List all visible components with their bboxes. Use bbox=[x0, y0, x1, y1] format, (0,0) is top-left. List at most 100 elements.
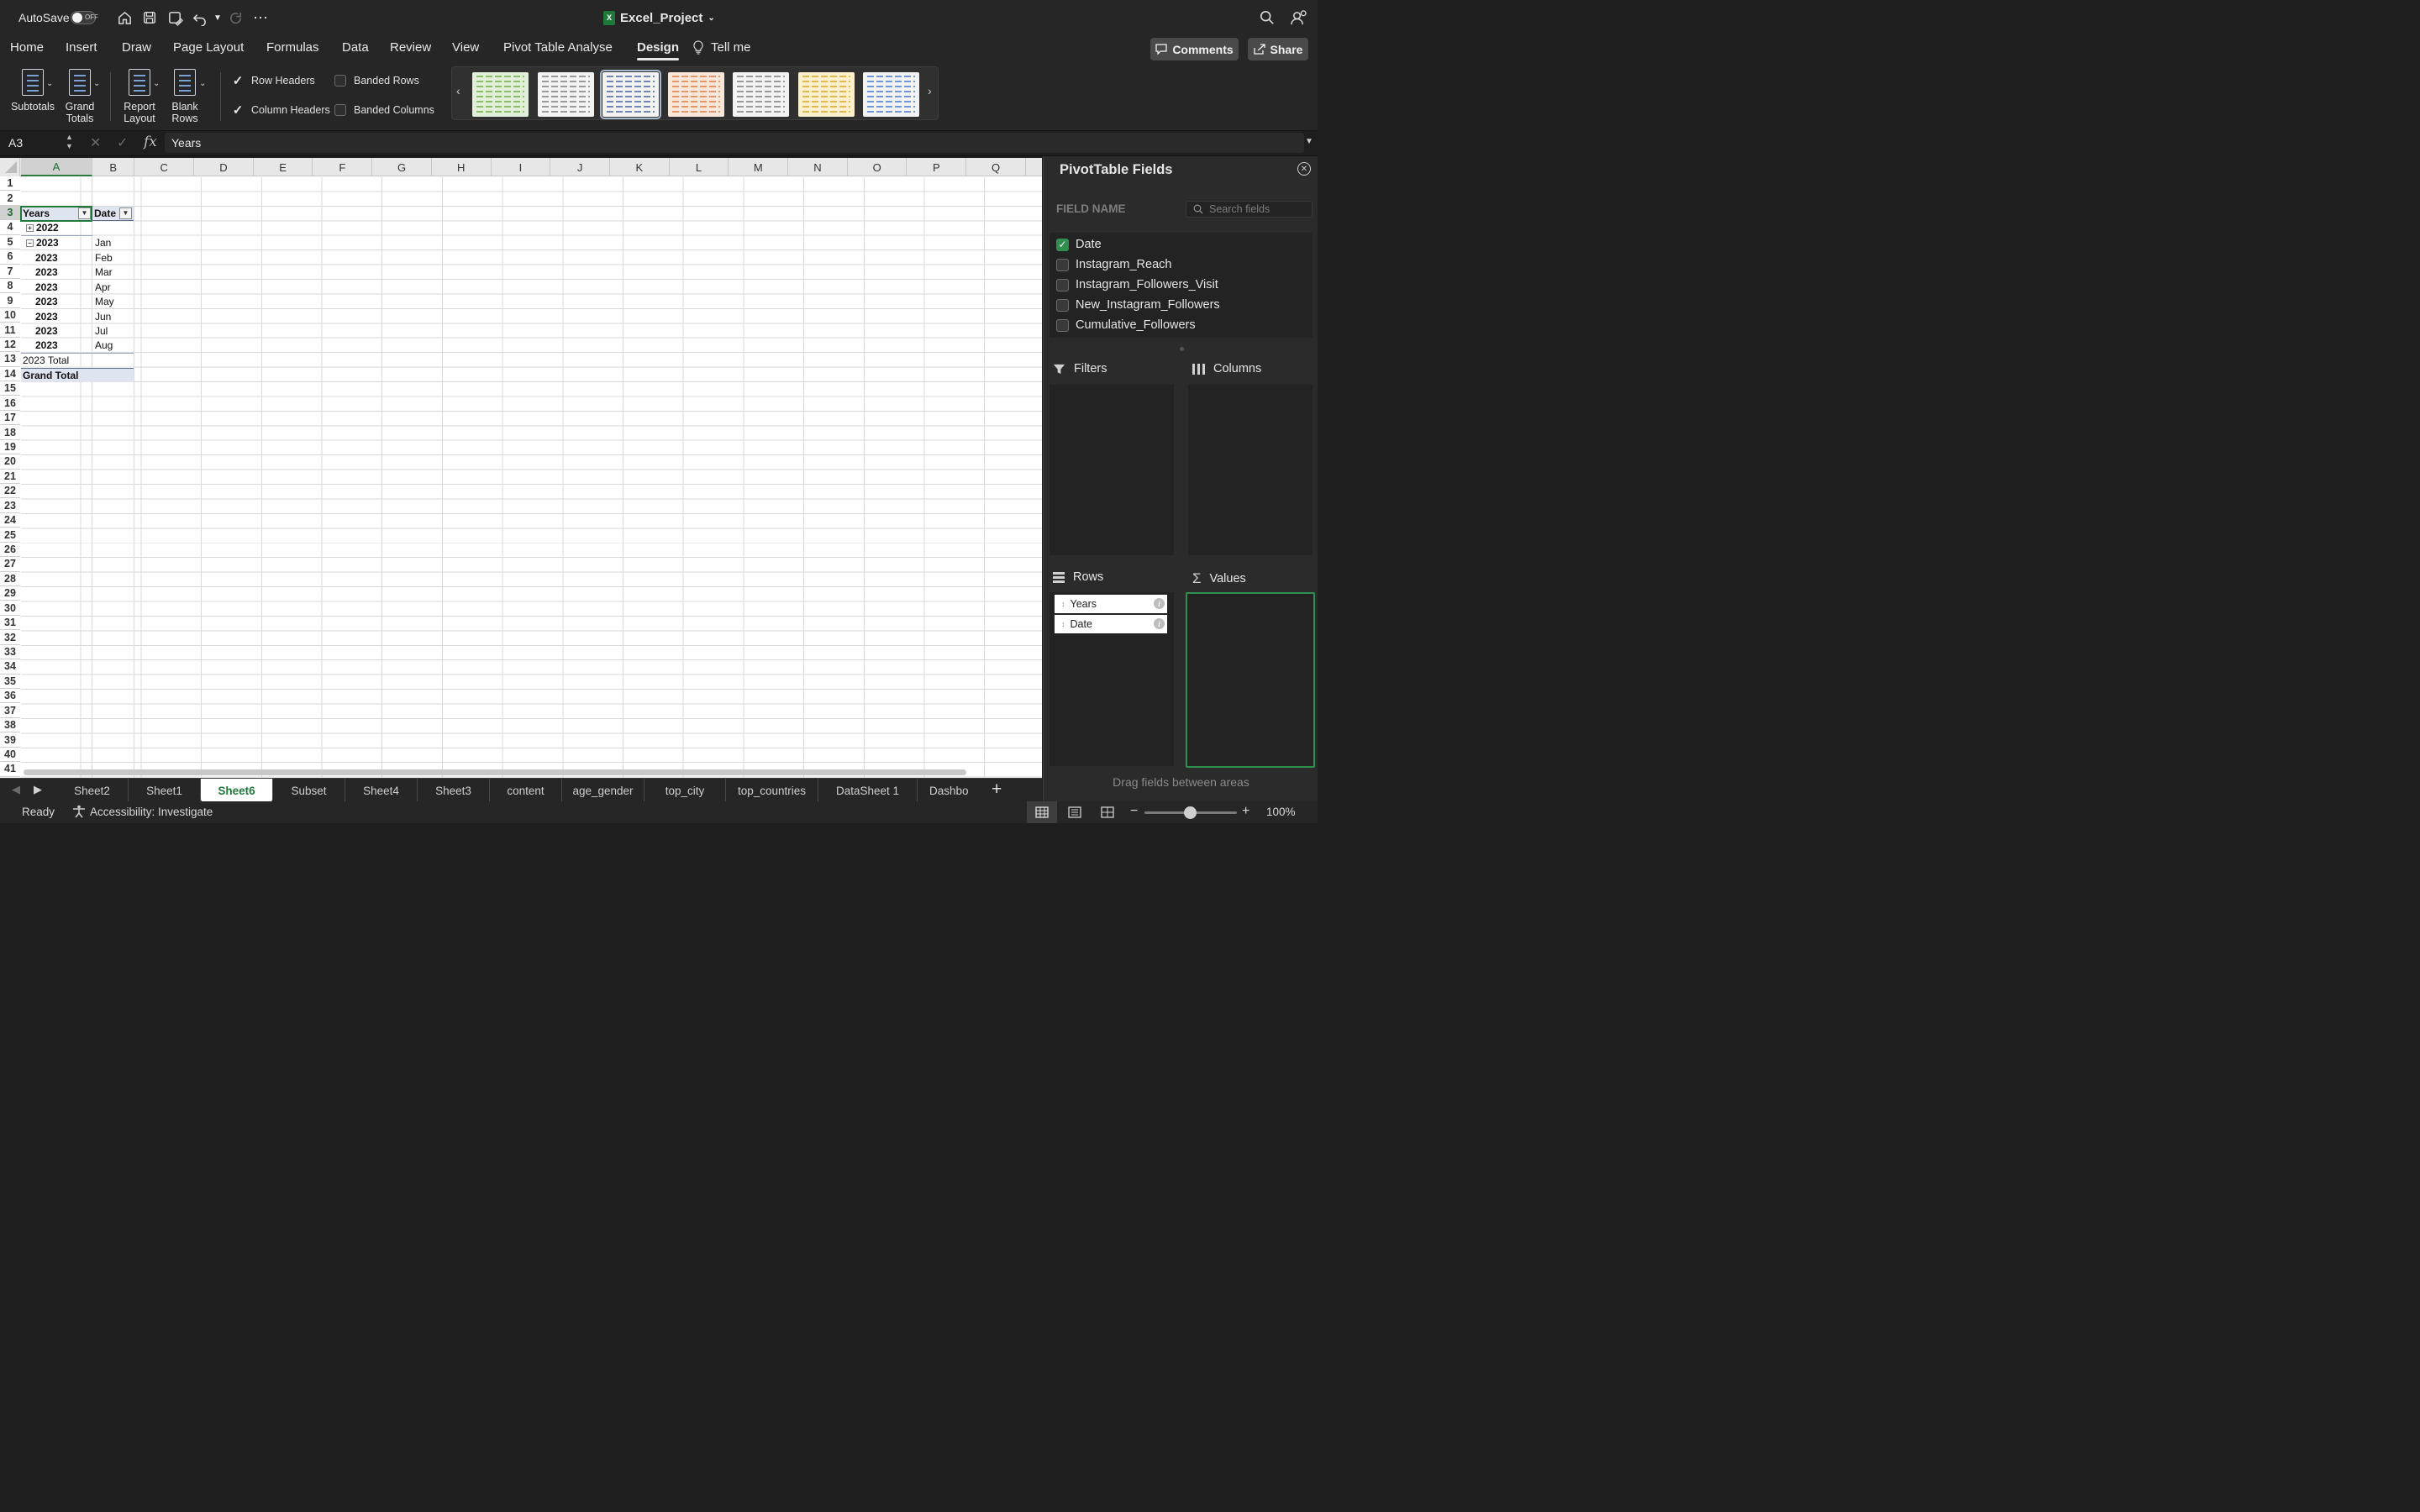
zoom-slider[interactable] bbox=[1144, 806, 1237, 819]
expand-icon[interactable]: + bbox=[26, 223, 34, 232]
column-header[interactable]: D bbox=[194, 158, 254, 176]
row-header[interactable]: 37 bbox=[0, 703, 20, 718]
pivot-year-label[interactable]: 2023 bbox=[34, 294, 92, 308]
column-header[interactable]: Q bbox=[966, 158, 1026, 176]
unchecked-box-icon[interactable] bbox=[1056, 258, 1069, 271]
blank-rows-button[interactable]: Blank Rows bbox=[165, 69, 205, 124]
tab-data[interactable]: Data bbox=[342, 40, 369, 55]
save-as-icon[interactable] bbox=[167, 0, 183, 35]
cell-area[interactable]: Years ▼ Date ▼ + 2022 − 2023 Jan 2023 Feb 2… bbox=[21, 177, 1042, 778]
pivot-style-swatch[interactable] bbox=[863, 72, 919, 117]
name-box-stepper-icon[interactable]: ▲ ▼ bbox=[66, 133, 73, 151]
column-header[interactable]: J bbox=[550, 158, 610, 176]
formula-expand-icon[interactable]: ▼ bbox=[1305, 137, 1313, 146]
row-header[interactable]: 21 bbox=[0, 470, 20, 485]
tab-formulas[interactable]: Formulas bbox=[266, 40, 319, 55]
row-header[interactable]: 14 bbox=[0, 367, 20, 381]
pivot-style-swatch[interactable] bbox=[797, 72, 855, 117]
home-icon[interactable] bbox=[117, 0, 133, 35]
zoom-in-icon[interactable]: + bbox=[1242, 804, 1249, 819]
row-header[interactable]: 5 bbox=[0, 235, 20, 250]
add-sheet-icon[interactable]: + bbox=[992, 780, 1002, 800]
pivot-subtotal-row[interactable]: 2023 Total bbox=[21, 353, 134, 367]
row-header[interactable]: 11 bbox=[0, 323, 20, 338]
sheet-tab[interactable]: Sheet3 bbox=[418, 779, 490, 802]
row-header[interactable]: 29 bbox=[0, 586, 20, 601]
sheet-tab[interactable]: top_countries bbox=[726, 779, 818, 802]
row-header[interactable]: 10 bbox=[0, 308, 20, 323]
rows-field-pill[interactable]: ↕ Date i bbox=[1055, 615, 1167, 633]
tab-view[interactable]: View bbox=[452, 40, 479, 55]
pivot-grand-total-row[interactable]: Grand Total bbox=[21, 367, 134, 382]
banded-columns-checkbox[interactable]: Banded Columns bbox=[334, 104, 434, 116]
grand-totals-button[interactable]: Grand Totals bbox=[59, 69, 101, 124]
column-header[interactable]: C bbox=[134, 158, 195, 176]
sheet-tab[interactable]: Sheet4 bbox=[345, 779, 418, 802]
comments-button[interactable]: Comments bbox=[1150, 38, 1239, 60]
row-header[interactable]: 16 bbox=[0, 396, 20, 411]
row-header[interactable]: 7 bbox=[0, 265, 20, 279]
pivot-month-label[interactable]: Jan bbox=[93, 236, 134, 250]
subtotals-dropdown-icon[interactable]: ⌄ bbox=[46, 79, 53, 88]
select-all-corner[interactable] bbox=[0, 158, 20, 176]
rows-field-pill[interactable]: ↕ Years i bbox=[1055, 595, 1167, 613]
values-drop-area[interactable] bbox=[1186, 592, 1315, 768]
pivot-year-label[interactable]: 2023 bbox=[34, 339, 92, 353]
tab-insert[interactable]: Insert bbox=[66, 40, 97, 55]
row-header[interactable]: 22 bbox=[0, 484, 20, 499]
filter-dropdown-icon[interactable]: ▼ bbox=[119, 207, 132, 219]
name-box[interactable]: A3 bbox=[8, 136, 23, 150]
row-header[interactable]: 32 bbox=[0, 630, 20, 645]
unchecked-box-icon[interactable] bbox=[1056, 318, 1069, 332]
spreadsheet-grid[interactable]: ABCDEFGHIJKLMNOPQ 1 2 3 4 5 6 7 8 9 10 11 12 13 14 15 1… bbox=[0, 158, 1042, 778]
tab-design[interactable]: Design bbox=[637, 40, 680, 60]
pivot-month-label[interactable]: Jun bbox=[93, 309, 134, 323]
pivot-style-swatch[interactable] bbox=[600, 70, 661, 119]
save-icon[interactable] bbox=[142, 0, 157, 35]
row-header[interactable]: 1 bbox=[0, 176, 20, 192]
tab-draw[interactable]: Draw bbox=[122, 40, 151, 55]
row-header[interactable]: 39 bbox=[0, 732, 20, 748]
column-header[interactable]: F bbox=[313, 158, 373, 176]
sheet-tab[interactable]: DataSheet 1 bbox=[818, 779, 918, 802]
column-header[interactable]: H bbox=[432, 158, 492, 176]
field-item[interactable]: Cumulative_Followers bbox=[1056, 318, 1196, 332]
column-header[interactable]: L bbox=[670, 158, 729, 176]
row-header[interactable]: 31 bbox=[0, 616, 20, 631]
columns-drop-area[interactable] bbox=[1188, 385, 1313, 555]
column-header[interactable]: O bbox=[848, 158, 908, 176]
row-header[interactable]: 24 bbox=[0, 513, 20, 528]
document-title[interactable]: X Excel_Project ⌄ bbox=[603, 0, 715, 35]
pivot-style-swatch[interactable] bbox=[537, 72, 594, 117]
row-header[interactable]: 41 bbox=[0, 762, 20, 777]
row-header[interactable]: 34 bbox=[0, 659, 20, 675]
row-headers-checkbox[interactable]: ✓ Row Headers bbox=[232, 74, 315, 88]
sheet-tab[interactable]: age_gender bbox=[562, 779, 644, 802]
row-header[interactable]: 38 bbox=[0, 718, 20, 733]
row-header[interactable]: 3 bbox=[0, 205, 20, 221]
column-header[interactable]: M bbox=[729, 158, 789, 176]
normal-view-button[interactable] bbox=[1027, 801, 1057, 823]
row-header[interactable]: 9 bbox=[0, 293, 20, 308]
grand-totals-dropdown-icon[interactable]: ⌄ bbox=[93, 79, 100, 88]
undo-icon[interactable] bbox=[192, 0, 208, 35]
pivot-style-swatch[interactable] bbox=[733, 72, 789, 117]
zoom-out-icon[interactable]: − bbox=[1130, 804, 1138, 819]
field-item[interactable]: ✓ Date bbox=[1056, 238, 1102, 251]
checked-box-icon[interactable]: ✓ bbox=[1056, 238, 1069, 251]
sheet-tab[interactable]: top_city bbox=[644, 779, 726, 802]
field-item[interactable]: New_Instagram_Followers bbox=[1056, 298, 1220, 312]
row-header[interactable]: 2 bbox=[0, 191, 20, 206]
tell-me[interactable]: Tell me bbox=[692, 40, 751, 55]
insert-function-icon[interactable]: fx bbox=[144, 134, 157, 150]
tab-pivot-table-analyse[interactable]: Pivot Table Analyse bbox=[503, 40, 613, 55]
pivot-row-2022[interactable]: + 2022 bbox=[21, 221, 92, 236]
row-header[interactable]: 6 bbox=[0, 249, 20, 265]
cancel-icon[interactable]: ✕ bbox=[90, 134, 101, 151]
row-header[interactable]: 33 bbox=[0, 645, 20, 660]
gallery-next-icon[interactable]: › bbox=[928, 84, 932, 97]
report-layout-button[interactable]: Report Layout bbox=[118, 69, 160, 124]
column-header[interactable]: B bbox=[93, 158, 134, 176]
pivot-month-label[interactable]: Feb bbox=[93, 250, 134, 265]
tab-review[interactable]: Review bbox=[390, 40, 431, 55]
